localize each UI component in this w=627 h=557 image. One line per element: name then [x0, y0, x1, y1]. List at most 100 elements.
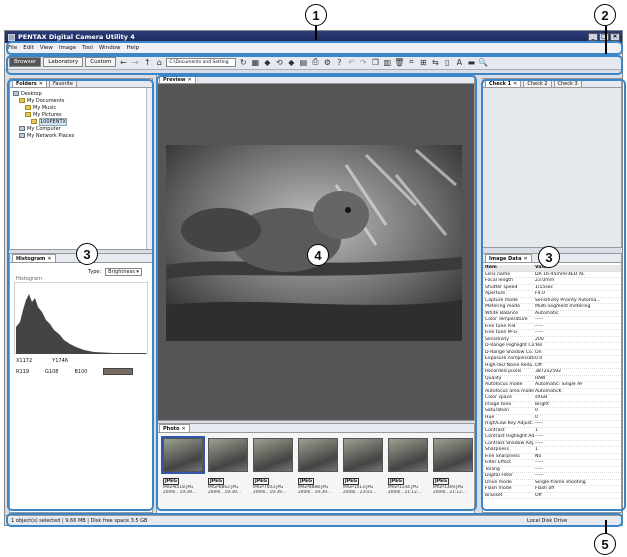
desktop-icon: [13, 91, 19, 96]
tree-item-my-pictures[interactable]: My Pictures: [13, 111, 149, 118]
status-right: Local Disk Drive: [527, 517, 568, 524]
rotate-icon[interactable]: ⟲: [274, 57, 284, 67]
thumbnail-item[interactable]: JPEG IMGP1013.JPG 2008/.. 23:03...: [343, 432, 387, 508]
tab-check-3[interactable]: Check 3: [553, 79, 582, 87]
tree-item-my-computer[interactable]: My Computer: [13, 125, 149, 132]
histogram-icon[interactable]: ▯: [442, 57, 452, 67]
settings-gear-icon[interactable]: ⚙: [322, 57, 332, 67]
close-icon[interactable]: ✕: [181, 426, 185, 432]
refresh-icon[interactable]: ↻: [238, 57, 248, 67]
title-bar: PENTAX Digital Camera Utility 4 _ □ ×: [5, 31, 622, 43]
close-icon[interactable]: ✕: [47, 256, 51, 262]
menu-window[interactable]: Window: [99, 45, 121, 51]
image-data-row[interactable]: Bracket Off: [483, 492, 621, 499]
menu-image[interactable]: Image: [59, 45, 76, 51]
panel-icon[interactable]: ▬: [466, 57, 476, 67]
folders-scrollbar[interactable]: [146, 88, 152, 249]
tree-item-desktop[interactable]: Desktop: [13, 90, 149, 97]
image-data-item: Capture mode: [485, 297, 518, 303]
tree-item-my-music[interactable]: My Music: [13, 104, 149, 111]
paste-icon[interactable]: ▥: [382, 57, 392, 67]
tree-item-my-network-places[interactable]: My Network Places: [13, 132, 149, 139]
lab-icon[interactable]: ◆: [262, 57, 272, 67]
tab-preview[interactable]: Preview ✕: [159, 75, 196, 83]
custom-mode-button[interactable]: Custom: [85, 57, 117, 67]
image-data-item: D-Range Shadow Co...: [485, 349, 535, 355]
menu-help[interactable]: Help: [127, 45, 140, 51]
thumbnail-item[interactable]: JPEG IMGP8888.JPG 2009/.. 19:39...: [298, 432, 342, 508]
type-select[interactable]: Brightness ▾: [105, 268, 142, 276]
image-data-item: Contrast: [485, 427, 505, 433]
zoom-icon[interactable]: 🔍: [478, 57, 488, 67]
close-icon[interactable]: ✕: [188, 77, 192, 83]
thumbnail-item[interactable]: JPEG IMGP8862.JPG 2009/.. 19:39...: [208, 432, 252, 508]
image-data-value: DA 16-45mmF4ED AL: [535, 271, 585, 277]
image-data-item: Digital Filter: [485, 473, 513, 478]
menu-tool[interactable]: Tool: [82, 45, 93, 51]
close-icon[interactable]: ✕: [513, 81, 517, 87]
callout-3-right: 3: [538, 246, 560, 268]
maximize-button[interactable]: □: [599, 33, 609, 41]
menu-file[interactable]: File: [8, 45, 17, 51]
image-data-value: 1/15sec: [535, 284, 554, 290]
redo-icon[interactable]: ↷: [358, 57, 368, 67]
image-data-item: Aperture: [485, 291, 506, 296]
tab-histogram[interactable]: Histogram ✕: [12, 254, 56, 262]
image-data-value: 1: [535, 427, 538, 433]
thumbnail-item[interactable]: JPEG IMGP1369.JPG 2009/.. 21:12...: [433, 432, 477, 508]
image-data-item: Focal length: [485, 278, 514, 283]
delete-icon[interactable]: ◆: [286, 57, 296, 67]
image-data-value: 0: [535, 414, 538, 420]
compare-icon[interactable]: ⇆: [430, 57, 440, 67]
tab-image-data[interactable]: Image Data ✕: [485, 254, 532, 262]
thumbnail-item[interactable]: JPEG IMGP7003.JPG 2009/.. 19:39...: [253, 432, 297, 508]
path-input[interactable]: C:\Documents and Setting: [166, 57, 237, 67]
help-icon[interactable]: ?: [334, 57, 344, 67]
folder-icon: [25, 105, 31, 110]
back-arrow-icon[interactable]: ←: [118, 57, 128, 67]
save-icon[interactable]: ▤: [298, 57, 308, 67]
tab-photo[interactable]: Photo ✕: [159, 424, 190, 432]
callout-4: 4: [307, 244, 329, 266]
close-icon[interactable]: ✕: [39, 81, 43, 87]
image-data-value: 3872x2592: [535, 369, 562, 374]
grid-icon[interactable]: ⊞: [418, 57, 428, 67]
tab-check-1[interactable]: Check 1 ✕: [485, 79, 522, 87]
thumbnail-item[interactable]: JPEG IMGP8518.JPG 2009/.. 19:39...: [161, 432, 207, 508]
up-arrow-icon[interactable]: ↑: [142, 57, 152, 67]
thumbnail-item[interactable]: JPEG IMGP1144.JPG 2009/.. 21:12...: [388, 432, 432, 508]
crop-icon[interactable]: ⌗: [406, 57, 416, 67]
print-icon[interactable]: ⎙: [310, 57, 320, 67]
laboratory-mode-button[interactable]: Laboratory: [43, 57, 84, 67]
callout-2-leader: [605, 26, 607, 54]
text-icon[interactable]: A: [454, 57, 464, 67]
tab-folders[interactable]: Folders ✕: [12, 79, 47, 87]
image-data-item: Drive mode: [485, 479, 512, 485]
image-data-value: 1: [535, 447, 538, 452]
image-data-value: Bright: [535, 401, 549, 407]
close-button[interactable]: ×: [610, 33, 620, 41]
tab-check-2[interactable]: Check 2: [523, 79, 552, 87]
copy-icon[interactable]: ❐: [370, 57, 380, 67]
tree-item-my-documents[interactable]: My Documents: [13, 97, 149, 104]
trash-icon[interactable]: 🗑: [394, 57, 404, 67]
undo-icon[interactable]: ↶: [346, 57, 356, 67]
image-data-value: sRGB: [535, 395, 548, 400]
image-data-item: Bracket: [485, 492, 503, 498]
tab-favorite[interactable]: Favorite: [48, 79, 77, 87]
forward-arrow-icon[interactable]: →: [130, 57, 140, 67]
menu-view[interactable]: View: [40, 45, 53, 51]
close-icon[interactable]: ✕: [523, 256, 527, 262]
develop-icon[interactable]: ▦: [250, 57, 260, 67]
menu-edit[interactable]: Edit: [23, 45, 34, 51]
histogram-panel: Histogram ✕ Type: Brightness ▾ Histogram …: [9, 253, 153, 513]
image-data-item: Fine tune M-G: [485, 330, 518, 335]
minimize-button[interactable]: _: [588, 33, 598, 41]
image-data-item: Contrast Highlight Ad...: [485, 434, 535, 439]
color-swatch: [103, 368, 134, 375]
home-icon[interactable]: ⌂: [154, 57, 164, 67]
image-data-value: 0: [535, 408, 538, 413]
tree-item-100pentx[interactable]: 100PENTX: [13, 117, 149, 126]
menu-bar: File Edit View Image Tool Window Help: [5, 43, 622, 53]
browser-mode-button[interactable]: Browser: [9, 57, 42, 67]
